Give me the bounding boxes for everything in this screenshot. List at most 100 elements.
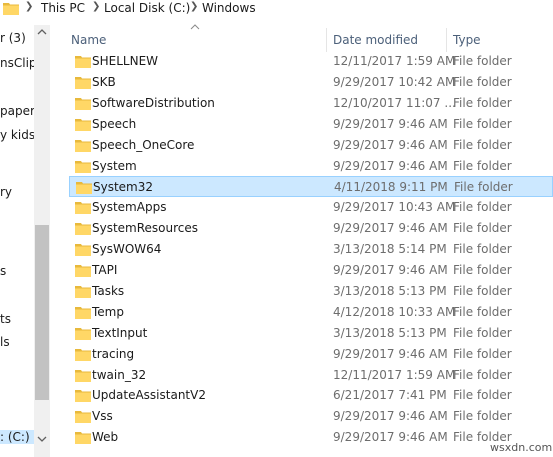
file-date: 3/13/2018 5:14 PM — [333, 242, 447, 257]
nav-item[interactable]: ry — [0, 185, 12, 199]
table-row[interactable]: Speech_OneCore 9/29/2017 9:46 AM File fold… — [69, 135, 553, 156]
folder-icon — [75, 285, 91, 298]
file-name: Tasks — [92, 283, 125, 298]
nav-item[interactable]: ts — [0, 312, 11, 326]
nav-item[interactable]: ls — [0, 335, 10, 349]
file-name: SystemResources — [92, 221, 199, 236]
folder-icon — [75, 265, 91, 277]
table-row[interactable]: SystemResources 9/29/2017 9:46 AM File fol… — [69, 218, 553, 239]
table-row[interactable]: twain_32 12/11/2017 1:59 AM File folder — [69, 365, 553, 386]
file-type: File folder — [453, 200, 512, 215]
folder-icon — [75, 327, 91, 340]
breadcrumb-local-disk[interactable]: Local Disk (C:) — [104, 1, 190, 15]
file-name: UpdateAssistantV2 — [92, 388, 206, 403]
file-date: 3/13/2018 5:13 PM — [333, 325, 447, 340]
folder-icon — [75, 369, 91, 382]
folder-icon — [75, 432, 91, 445]
file-type: File folder — [453, 74, 512, 89]
folder-icon — [75, 118, 91, 131]
chevron-down-icon[interactable] — [37, 435, 47, 443]
file-date: 4/12/2018 10:33 AM — [333, 304, 456, 319]
file-type: File folder — [453, 54, 512, 68]
folder-icon — [75, 160, 91, 173]
file-date: 9/29/2017 9:46 AM — [333, 158, 448, 173]
file-type: File folder — [453, 242, 512, 257]
file-date: 12/11/2017 1:59 AM — [333, 367, 456, 382]
breadcrumb-windows[interactable]: Windows — [202, 1, 256, 15]
folder-icon — [75, 76, 91, 89]
file-type: File folder — [453, 221, 512, 236]
table-row[interactable]: Tasks 3/13/2018 5:13 PM File folder — [69, 281, 553, 302]
nav-item-local-disk[interactable]: : (C:) — [0, 430, 34, 444]
folder-icon — [75, 244, 91, 257]
file-date: 9/29/2017 9:46 AM — [333, 221, 448, 236]
column-header-date[interactable]: Date modified — [325, 28, 446, 52]
file-name: SystemApps — [92, 200, 167, 215]
column-header-name[interactable]: Name — [63, 28, 325, 52]
breadcrumb-this-pc[interactable]: This PC — [41, 1, 85, 15]
file-date: 9/29/2017 9:46 AM — [333, 137, 448, 152]
file-name: Web — [92, 430, 119, 445]
folder-icon — [75, 411, 91, 424]
file-type: File folder — [453, 325, 512, 340]
file-date: 6/21/2017 7:41 PM — [333, 388, 447, 403]
file-name: Vss — [92, 409, 113, 424]
file-type: File folder — [453, 283, 512, 298]
file-type: File folder — [453, 137, 512, 152]
table-row[interactable]: Speech 9/29/2017 9:46 AM File folder — [69, 114, 553, 135]
chevron-right-icon[interactable]: ❯ — [190, 1, 198, 12]
table-row[interactable]: SoftwareDistribution 12/10/2017 11:07 ...… — [69, 93, 553, 114]
file-type: File folder — [453, 158, 512, 173]
table-row[interactable]: SHELLNEW 12/11/2017 1:59 AM File folder — [69, 51, 553, 72]
file-type: File folder — [453, 116, 512, 131]
file-type: File folder — [454, 180, 513, 195]
table-row[interactable]: SysWOW64 3/13/2018 5:14 PM File folder — [69, 239, 553, 260]
file-name: tracing — [92, 346, 135, 361]
watermark: wsxdn.com — [490, 441, 553, 454]
file-date: 9/29/2017 9:46 AM — [333, 346, 448, 361]
nav-item[interactable]: r (3) — [0, 31, 26, 45]
file-name: SHELLNEW — [92, 54, 159, 68]
nav-item[interactable]: y kids — [0, 128, 35, 142]
file-date: 9/29/2017 10:42 AM — [333, 74, 456, 89]
table-row[interactable]: tracing 9/29/2017 9:46 AM File folder — [69, 344, 553, 365]
table-row[interactable]: UpdateAssistantV2 6/21/2017 7:41 PM File f… — [69, 385, 553, 406]
file-name: Speech — [92, 116, 137, 131]
file-date: 9/29/2017 9:46 AM — [333, 116, 448, 131]
column-header-type[interactable]: Type — [445, 28, 553, 52]
table-row[interactable]: System32 4/11/2018 9:11 PM File folder — [69, 176, 553, 198]
file-name: SoftwareDistribution — [92, 95, 215, 110]
file-name: TAPI — [92, 263, 118, 277]
folder-icon — [75, 390, 91, 403]
table-row[interactable]: Web 9/29/2017 9:46 AM File folder — [69, 427, 553, 448]
table-row[interactable]: Vss 9/29/2017 9:46 AM File folder — [69, 406, 553, 427]
table-row[interactable]: TextInput 3/13/2018 5:13 PM File folder — [69, 323, 553, 344]
file-name: Temp — [92, 304, 124, 319]
folder-icon — [75, 223, 91, 236]
file-name: System32 — [93, 180, 154, 195]
table-row[interactable]: System 9/29/2017 9:46 AM File folder — [69, 156, 553, 177]
nav-item[interactable]: paper — [0, 104, 35, 118]
table-row[interactable]: Temp 4/12/2018 10:33 AM File folder — [69, 302, 553, 323]
file-name: System — [92, 158, 137, 173]
address-bar[interactable]: ❯ This PC ❯ Local Disk (C:) ❯ Windows — [0, 0, 553, 18]
folder-icon — [3, 3, 19, 15]
scroll-thumb[interactable] — [35, 225, 49, 400]
file-type: File folder — [453, 304, 512, 319]
table-row[interactable]: SystemApps 9/29/2017 10:43 AM File folder — [69, 197, 553, 218]
chevron-right-icon[interactable]: ❯ — [92, 1, 100, 12]
folder-icon — [75, 139, 91, 152]
chevron-up-icon[interactable] — [37, 28, 47, 36]
table-row[interactable]: SKB 9/29/2017 10:42 AM File folder — [69, 72, 553, 93]
file-date: 4/11/2018 9:11 PM — [334, 180, 448, 195]
file-name: SysWOW64 — [92, 242, 162, 257]
file-name: twain_32 — [92, 367, 147, 382]
file-type: File folder — [453, 263, 512, 277]
file-date: 12/11/2017 1:59 AM — [333, 54, 456, 68]
nav-item[interactable]: s — [0, 264, 6, 278]
table-row[interactable]: TAPI 9/29/2017 9:46 AM File folder — [69, 260, 553, 281]
nav-scrollbar[interactable] — [34, 25, 50, 457]
folder-icon — [75, 306, 91, 319]
chevron-right-icon[interactable]: ❯ — [25, 1, 33, 12]
file-type: File folder — [453, 388, 512, 403]
